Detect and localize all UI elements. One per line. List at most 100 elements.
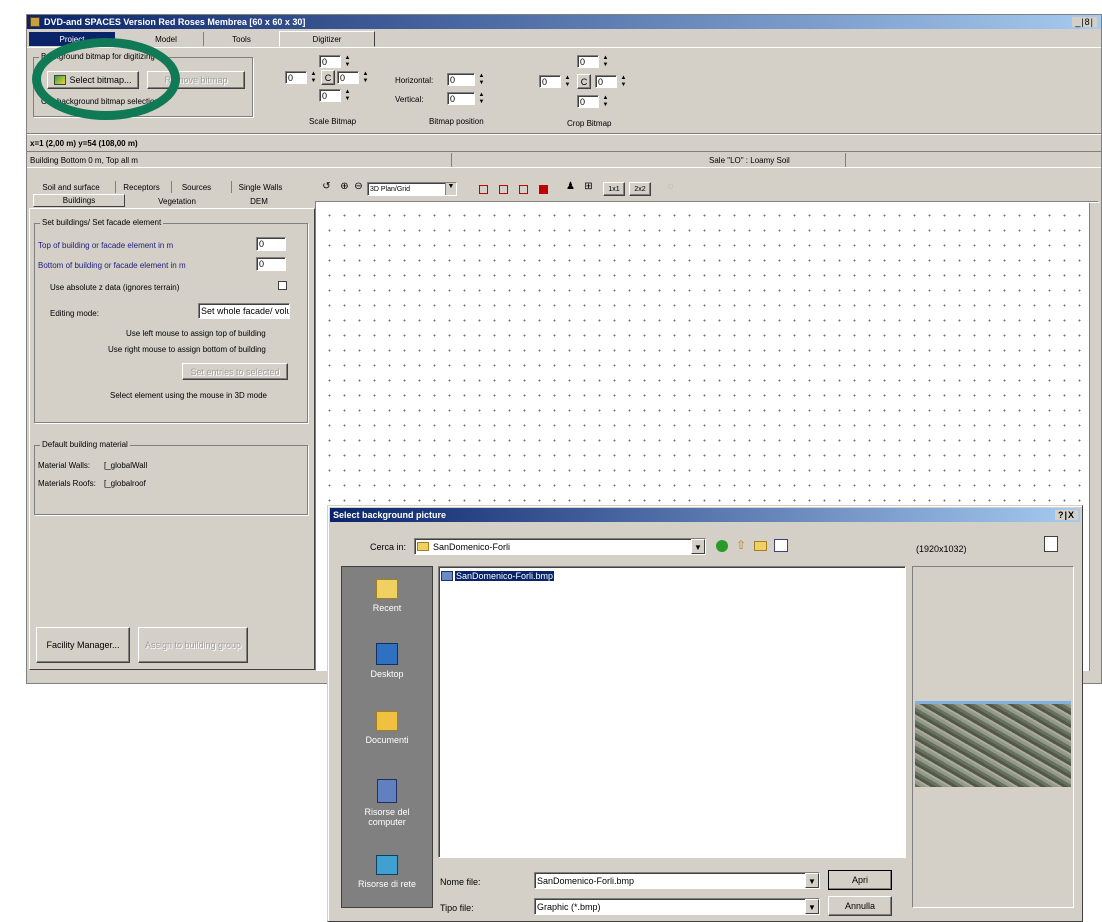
back-icon[interactable]: [716, 540, 728, 552]
filetype-select[interactable]: Graphic (*.bmp) ▼: [534, 898, 820, 915]
spin-arrows-icon[interactable]: ▲ ▼: [601, 55, 610, 69]
scale-left-field[interactable]: 0: [285, 71, 307, 84]
facility-manager-button[interactable]: Facility Manager...: [36, 627, 130, 663]
bitmap-position-label: Bitmap position: [429, 117, 484, 126]
tab-sources[interactable]: Sources: [171, 181, 221, 193]
red-square-filled-icon[interactable]: [539, 185, 548, 194]
dialog-title: Select background picture: [333, 510, 447, 520]
top-field[interactable]: 0: [256, 237, 286, 251]
horizontal-field[interactable]: 0: [447, 73, 475, 86]
preview-pane: [912, 566, 1074, 908]
red-square-icon[interactable]: [499, 185, 508, 194]
status-left: Building Bottom 0 m, Top all m: [30, 156, 138, 165]
dialog-controls[interactable]: ?|X: [1054, 510, 1078, 520]
place-computer-label: Risorse del computer: [364, 807, 410, 827]
window-controls[interactable]: _|8|: [1072, 17, 1097, 27]
place-network[interactable]: Risorse di rete: [342, 851, 432, 905]
cancel-button[interactable]: Annulla: [828, 896, 892, 916]
hint-right: Use right mouse to assign bottom of buil…: [108, 345, 266, 354]
tab-buildings[interactable]: Buildings: [33, 194, 125, 207]
open-button[interactable]: Apri: [828, 870, 892, 890]
place-network-label: Risorse di rete: [357, 879, 417, 889]
grid-icon[interactable]: ⊞: [583, 181, 594, 192]
red-square-icon[interactable]: [519, 185, 528, 194]
menu-tab-digitizer[interactable]: Digitizer: [279, 31, 375, 47]
left-tab-row1: Soil and surface Receptors Sources Singl…: [27, 181, 317, 193]
person-icon[interactable]: ♟: [565, 181, 576, 192]
zoom-out-icon[interactable]: ⊖: [353, 181, 364, 192]
view-mode-select[interactable]: 3D Plan/Grid ▼: [367, 182, 457, 196]
rotate-icon[interactable]: ↺: [321, 181, 332, 192]
crop-top-field[interactable]: 0: [577, 55, 599, 68]
absolute-checkbox[interactable]: [278, 281, 287, 290]
spin-arrows-icon[interactable]: ▲ ▼: [343, 55, 352, 69]
crop-bottom-field[interactable]: 0: [577, 95, 599, 108]
file-item-label: SanDomenico-Forli.bmp: [455, 571, 555, 581]
scale-bottom-field[interactable]: 0: [319, 89, 341, 102]
spin-arrows-icon[interactable]: ▲ ▼: [361, 71, 370, 85]
desktop-icon: [376, 643, 398, 665]
spin-arrows-icon[interactable]: ▲ ▼: [601, 95, 610, 109]
tab-soil-surface[interactable]: Soil and surface: [33, 181, 109, 193]
crop-right-field[interactable]: 0: [595, 75, 617, 88]
filename-input[interactable]: SanDomenico-Forli.bmp ▼: [534, 872, 820, 889]
resolution-label: (1920x1032): [916, 544, 967, 554]
crop-left-field[interactable]: 0: [539, 75, 561, 88]
view-1x1-button[interactable]: 1x1: [603, 182, 625, 196]
set-selected-button[interactable]: Set entries to selected: [182, 363, 288, 380]
editing-mode-select[interactable]: Set whole facade/ volume: [198, 303, 290, 319]
scale-bitmap-label: Scale Bitmap: [309, 117, 357, 126]
roofs-value[interactable]: [_globalroof: [104, 479, 146, 488]
new-folder-icon[interactable]: [754, 541, 767, 551]
up-folder-icon[interactable]: ⇧: [736, 538, 746, 552]
view-toolbar: ↺ ⊕ ⊖ 3D Plan/Grid ▼ ♟ ⊞ 1x1 2x2 ◌: [317, 179, 1101, 199]
set-buildings-label: Set buildings/ Set facade element: [40, 218, 164, 227]
tab-single-walls[interactable]: Single Walls: [231, 181, 289, 193]
status-sep: [451, 153, 452, 167]
left-panel: Set buildings/ Set facade element Top of…: [29, 208, 315, 670]
zoom-in-icon[interactable]: ⊕: [339, 181, 350, 192]
tab-receptors[interactable]: Receptors: [115, 181, 167, 193]
recent-icon: [376, 579, 398, 599]
canvas-scrollbar[interactable]: [1089, 203, 1099, 671]
tab-vegetation[interactable]: Vegetation: [133, 195, 221, 207]
assign-group-button[interactable]: Assign to building group: [138, 627, 248, 663]
crop-bitmap-label: Crop Bitmap: [567, 119, 612, 128]
red-square-icon[interactable]: [479, 185, 488, 194]
spin-arrows-icon[interactable]: ▲ ▼: [343, 89, 352, 103]
select-hint: Select element using the mouse in 3D mod…: [110, 391, 267, 400]
look-in-select[interactable]: SanDomenico-Forli ▼: [414, 538, 706, 555]
scale-right-field[interactable]: 0: [337, 71, 359, 84]
main-title-bar: DVD-and SPACES Version Red Roses Membrea…: [27, 15, 1101, 29]
view-2x2-button[interactable]: 2x2: [629, 182, 651, 196]
list-item[interactable]: SanDomenico-Forli.bmp: [441, 571, 555, 581]
spin-arrows-icon[interactable]: ▲ ▼: [477, 92, 486, 106]
vertical-field[interactable]: 0: [447, 92, 475, 105]
filetype-value: Graphic (*.bmp): [537, 901, 601, 912]
file-list[interactable]: SanDomenico-Forli.bmp: [438, 566, 906, 858]
walls-value[interactable]: [_globalWall: [104, 461, 147, 470]
preview-toggle-icon[interactable]: [1044, 536, 1058, 552]
vertical-label: Vertical:: [395, 95, 424, 104]
spin-arrows-icon[interactable]: ▲ ▼: [563, 75, 572, 89]
refresh-icon[interactable]: ◌: [665, 181, 676, 192]
status-mid: Sale "LO" : Loamy Soil: [709, 156, 790, 165]
place-desktop[interactable]: Desktop: [342, 639, 432, 699]
scale-center-button[interactable]: C: [321, 70, 335, 85]
menu-tab-tools[interactable]: Tools: [203, 32, 279, 46]
crop-center-button[interactable]: C: [577, 74, 591, 89]
bottom-field[interactable]: 0: [256, 257, 286, 271]
place-documenti[interactable]: Documenti: [342, 707, 432, 767]
coords-readout: x=1 (2,00 m) y=54 (108,00 m): [30, 139, 138, 148]
dialog-title-bar: Select background picture ?|X: [330, 508, 1080, 522]
spin-arrows-icon[interactable]: ▲ ▼: [619, 75, 628, 89]
spin-arrows-icon[interactable]: ▲ ▼: [309, 71, 318, 85]
tab-dem[interactable]: DEM: [227, 195, 291, 207]
status-bar: Building Bottom 0 m, Top all m Sale "LO"…: [27, 151, 1101, 168]
divider: [27, 133, 1101, 135]
spin-arrows-icon[interactable]: ▲ ▼: [477, 73, 486, 87]
place-computer[interactable]: Risorse del computer: [342, 775, 432, 841]
place-recent[interactable]: Recent: [342, 575, 432, 635]
scale-top-field[interactable]: 0: [319, 55, 341, 68]
view-menu-icon[interactable]: [774, 539, 788, 552]
